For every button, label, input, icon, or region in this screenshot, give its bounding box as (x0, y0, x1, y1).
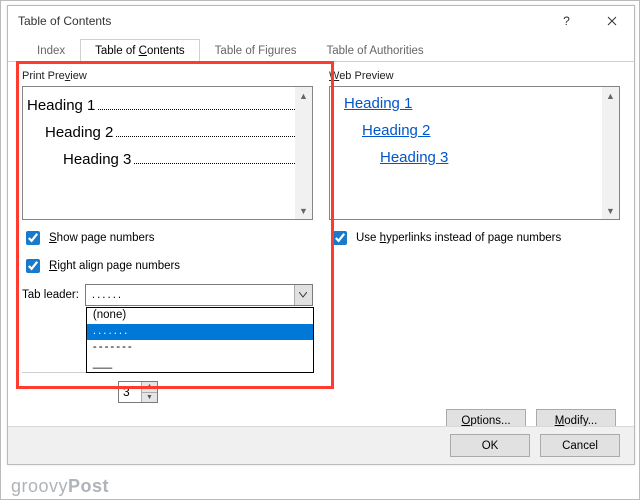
tab-table-of-contents[interactable]: Table of Contents (80, 39, 200, 62)
close-button[interactable] (589, 6, 634, 36)
dialog-title: Table of Contents (18, 14, 111, 28)
spin-down-icon[interactable]: ▼ (142, 393, 157, 403)
chevron-down-icon (299, 292, 307, 298)
levels-spinner[interactable]: 3 ▲▼ (118, 381, 158, 403)
web-preview-label: Web Preview (329, 70, 620, 82)
web-link-3[interactable]: Heading 3 (380, 149, 605, 166)
web-link-1[interactable]: Heading 1 (344, 95, 605, 112)
leader-option-none[interactable]: (none) (87, 308, 313, 324)
leader-option-dots[interactable]: ....... (87, 324, 313, 340)
preview-heading-3: Heading 3 (63, 151, 131, 168)
help-button[interactable]: ? (544, 6, 589, 36)
titlebar: Table of Contents ? (8, 6, 634, 36)
spin-up-icon[interactable]: ▲ (142, 382, 157, 393)
right-align-checkbox[interactable] (26, 259, 40, 273)
tab-leader-label: Tab leader: (22, 289, 79, 301)
web-preview-box[interactable]: Heading 1 Heading 2 Heading 3 ▲▼ (329, 86, 620, 220)
leader-option-line[interactable]: ___ (87, 356, 313, 372)
combo-dropdown-button[interactable] (294, 285, 312, 305)
tab-table-of-authorities[interactable]: Table of Authorities (312, 39, 439, 62)
print-preview-box[interactable]: Heading 11 Heading 23 Heading 35 ▲▼ (22, 86, 313, 220)
web-link-2[interactable]: Heading 2 (362, 122, 605, 139)
print-preview-section: Print Preview Heading 11 Heading 23 Head… (22, 70, 313, 403)
print-preview-label: Print Preview (22, 70, 313, 82)
tab-leader-combo[interactable]: ...... (none) ....... ------- ___ (85, 284, 313, 306)
watermark: groovyPost (11, 476, 109, 497)
tab-index[interactable]: Index (22, 39, 80, 62)
use-hyperlinks-row[interactable]: Use hyperlinks instead of page numbers (329, 228, 620, 248)
dialog-footer: OK Cancel (8, 426, 634, 464)
tab-bar: Index Table of Contents Table of Figures… (8, 36, 634, 62)
toc-dialog: Table of Contents ? Index Table of Conte… (7, 5, 635, 465)
show-page-numbers-row[interactable]: Show page numbers (22, 228, 313, 248)
web-preview-section: Web Preview Heading 1 Heading 2 Heading … (329, 70, 620, 403)
preview-heading-2: Heading 2 (45, 124, 113, 141)
ok-button[interactable]: OK (450, 434, 530, 457)
tab-leader-dropdown: (none) ....... ------- ___ (86, 307, 314, 373)
right-align-row[interactable]: Right align page numbers (22, 256, 313, 276)
web-preview-scrollbar[interactable]: ▲▼ (602, 87, 619, 219)
preview-heading-1: Heading 1 (27, 97, 95, 114)
close-icon (607, 16, 617, 26)
leader-option-dashes[interactable]: ------- (87, 340, 313, 356)
cancel-button[interactable]: Cancel (540, 434, 620, 457)
use-hyperlinks-checkbox[interactable] (333, 231, 347, 245)
show-page-numbers-checkbox[interactable] (26, 231, 40, 245)
tab-table-of-figures[interactable]: Table of Figures (200, 39, 312, 62)
print-preview-scrollbar[interactable]: ▲▼ (295, 87, 312, 219)
